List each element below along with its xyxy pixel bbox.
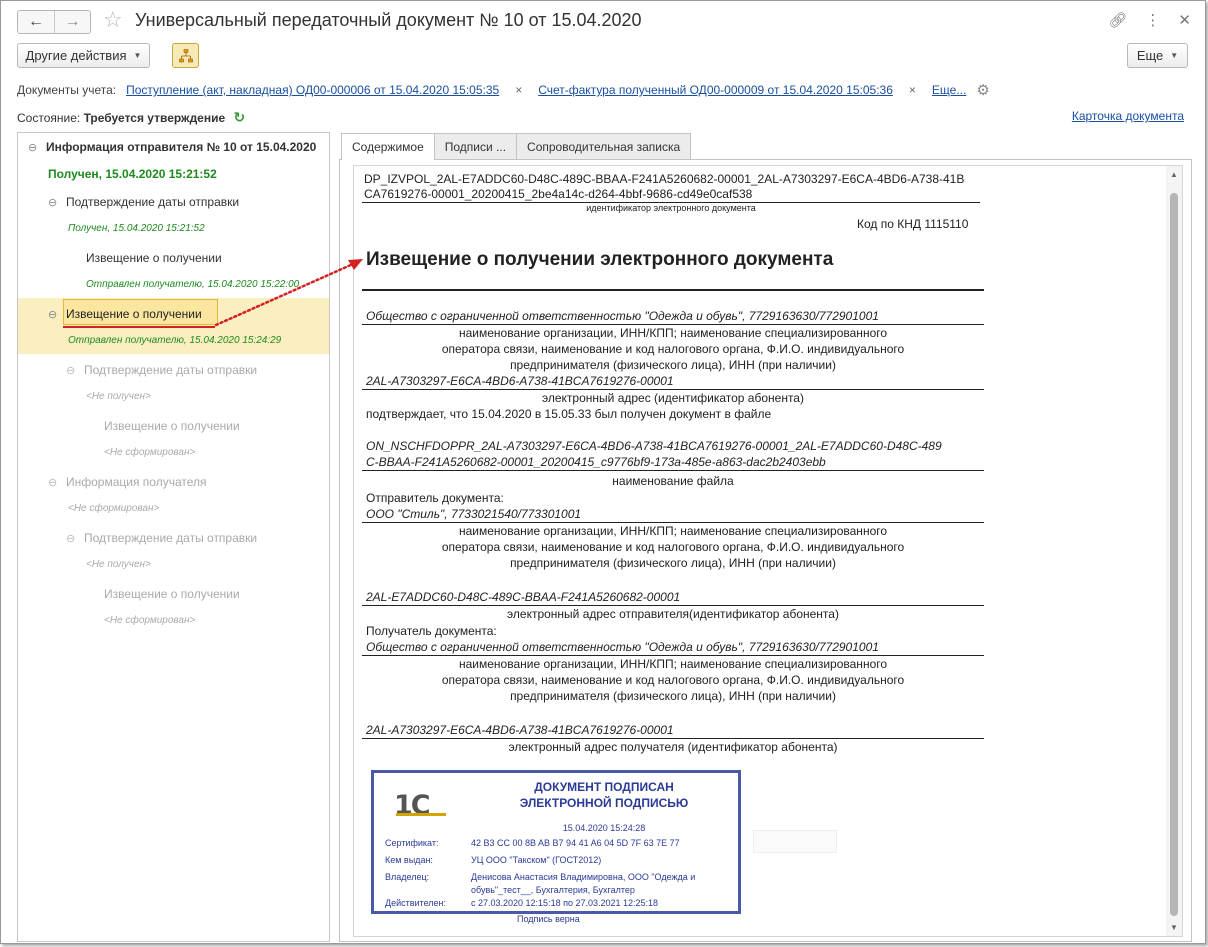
document-window: ← → ☆ Универсальный передаточный докумен… xyxy=(0,0,1206,944)
tab-content[interactable]: Содержимое xyxy=(341,133,435,160)
annotation-arrow xyxy=(214,259,363,327)
arrow-line xyxy=(214,262,355,327)
